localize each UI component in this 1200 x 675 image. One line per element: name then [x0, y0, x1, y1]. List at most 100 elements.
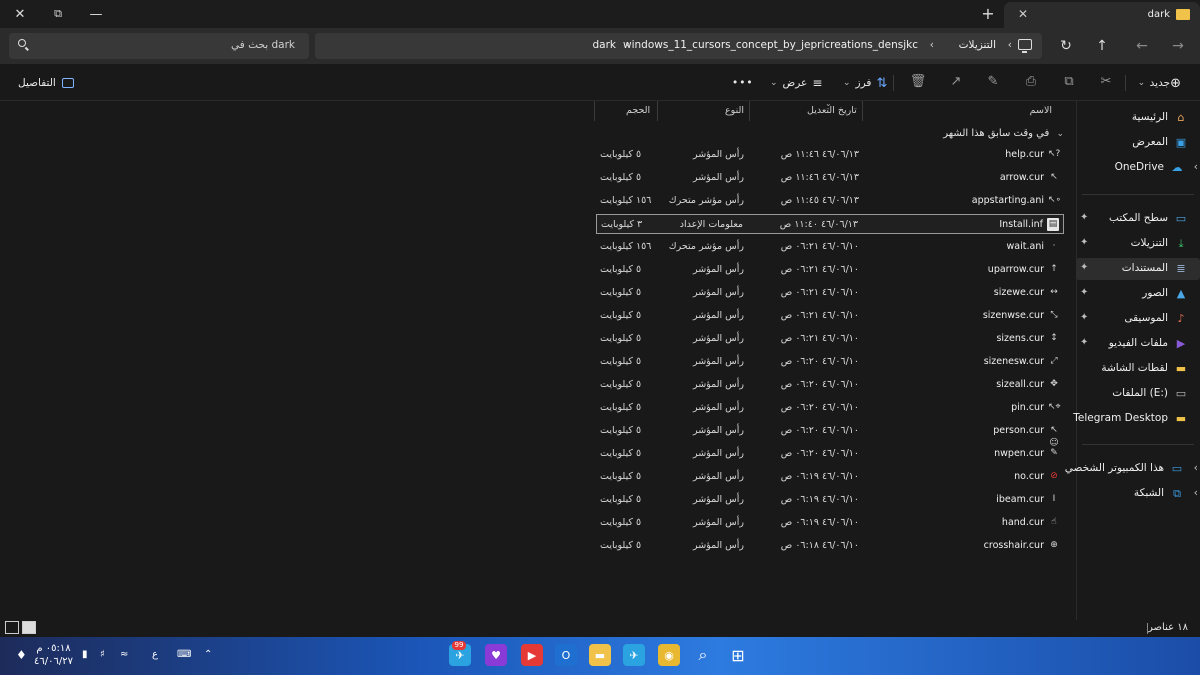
no-cursor-icon: ⊘ — [1050, 471, 1058, 481]
restore-window-button[interactable]: ⧉ — [40, 0, 76, 28]
back-button[interactable]: → — [1164, 35, 1192, 57]
telegram-icon[interactable]: ✈ — [623, 644, 645, 666]
nav-item[interactable]: ‹ ⧉ الشبكة — [1076, 483, 1200, 505]
file-row[interactable]: ↕ sizens.cur ٤٦/٠٦/١٠ ٠٦:٢١ ص رأس المؤشر ٥ ك… — [596, 329, 1064, 349]
file-explorer-icon[interactable]: ▬ — [589, 644, 611, 666]
pin-cursor-icon: ↖⌖ — [1048, 402, 1061, 412]
nav-item[interactable]: ⤓ التنزيلات ✦ — [1076, 233, 1200, 255]
group-header[interactable]: في وقت سابق هذا الشهر ⌄ — [943, 128, 1064, 139]
chevron-up-icon[interactable]: ⌃ — [204, 649, 212, 660]
chevron-left-icon[interactable]: ‹ — [1194, 486, 1198, 499]
file-row[interactable]: ⤡ sizenwse.cur ٤٦/٠٦/١٠ ٠٦:٢١ ص رأس المؤشر ٥… — [596, 306, 1064, 326]
youtube-icon[interactable]: ▶ — [521, 644, 543, 666]
file-name: wait.ani — [1006, 241, 1044, 252]
address-bar[interactable]: ‹ التنزيلات ‹ windows_11_cursors_concept… — [315, 33, 1042, 59]
file-row[interactable]: ↖⌖ pin.cur ٤٦/٠٦/١٠ ٠٦:٢٠ ص رأس المؤشر ٥ كيل… — [596, 398, 1064, 418]
file-size: ٥ كيلوبايت — [600, 333, 642, 344]
file-row[interactable]: ↔ sizewe.cur ٤٦/٠٦/١٠ ٠٦:٢١ ص رأس المؤشر ٥ ك… — [596, 283, 1064, 303]
nav-item[interactable]: ‹ ☁ OneDrive — [1076, 157, 1200, 179]
file-size: ١٥٦ كيلوبايت — [600, 241, 652, 252]
file-row[interactable]: ↖∘ appstarting.ani ٤٦/٠٦/١٣ ١١:٤٥ ص رأس مؤش… — [596, 191, 1064, 211]
column-header-type[interactable]: النوع — [725, 105, 744, 116]
file-type: رأس المؤشر — [693, 149, 744, 160]
file-row[interactable]: ☝ hand.cur ٤٦/٠٦/١٠ ٠٦:١٩ ص رأس المؤشر ٥ كيل… — [596, 513, 1064, 533]
chevron-left-icon[interactable]: ‹ — [1194, 461, 1198, 474]
file-type: رأس المؤشر — [693, 356, 744, 367]
file-row[interactable]: ↑ uparrow.cur ٤٦/٠٦/١٠ ٠٦:٢١ ص رأس المؤشر ٥ … — [596, 260, 1064, 280]
nav-item[interactable]: ‹ ▭ هذا الكمبيوتر الشخصي — [1065, 458, 1200, 480]
copy-icon[interactable]: ⧉ — [1059, 74, 1079, 89]
outlook-icon[interactable]: O — [555, 644, 577, 666]
minimize-window-button[interactable]: — — [78, 0, 114, 28]
file-row[interactable]: Iibeam.cur ٤٦/٠٦/١٠ ٠٦:١٩ ص رأس المؤشر ٥ كي… — [596, 490, 1064, 510]
chevron-left-icon: ‹ — [625, 38, 630, 51]
forward-button[interactable]: ← — [1128, 35, 1156, 57]
file-row[interactable]: ↖☺ person.cur ٤٦/٠٦/١٠ ٠٦:٢٠ ص رأس المؤشر ٥ … — [596, 421, 1064, 448]
chrome-icon[interactable]: ◉ — [658, 644, 680, 666]
breadcrumb-downloads[interactable]: التنزيلات — [959, 39, 996, 51]
keyboard-language[interactable]: ع — [152, 649, 158, 660]
column-header-name[interactable]: الاسم — [1030, 105, 1052, 116]
details-view-toggle[interactable] — [5, 621, 19, 634]
column-header-date[interactable]: تاريخ التعديل — [807, 105, 857, 116]
breadcrumb-cursor-folder[interactable]: windows_11_cursors_concept_by_jepricreat… — [623, 39, 918, 51]
wifi-icon[interactable]: ≈ — [120, 649, 128, 660]
group-header-label: في وقت سابق هذا الشهر — [943, 128, 1050, 139]
file-size: ٥ كيلوبايت — [600, 287, 642, 298]
refresh-button[interactable]: ↻ — [1052, 35, 1080, 57]
file-date: ٤٦/٠٦/١٠ ٠٦:١٨ ص — [780, 540, 859, 551]
start-icon[interactable]: ⊞ — [727, 644, 749, 666]
up-button[interactable]: ↑ — [1088, 35, 1116, 57]
file-size: ٥ كيلوبايت — [600, 448, 642, 459]
nav-item[interactable]: ▬ Telegram Desktop — [1073, 408, 1200, 430]
tab-dark[interactable]: dark ✕ — [1004, 2, 1200, 28]
nav-item[interactable]: ♪ الموسيقى ✦ — [1076, 308, 1200, 330]
keyboard-icon[interactable]: ⌨ — [177, 649, 191, 660]
file-row[interactable]: ↖ arrow.cur ٤٦/٠٦/١٣ ١١:٤٦ ص رأس المؤشر ٥ كي… — [596, 168, 1064, 188]
heart-app-icon[interactable]: ♥ — [485, 644, 507, 666]
new-tab-button[interactable]: + — [978, 2, 998, 26]
file-row[interactable]: ✥ sizeall.cur ٤٦/٠٦/١٠ ٠٦:٢٠ ص رأس المؤشر ٥ … — [596, 375, 1064, 395]
file-row[interactable]: · wait.ani ٤٦/٠٦/١٠ ٠٦:٢١ ص رأس مؤشر متحرك ١… — [596, 237, 1064, 257]
file-row[interactable]: ▤ Install.inf ٤٦/٠٦/١٣ ١١:٤٠ ص معلومات الإع… — [596, 214, 1064, 234]
list-view-toggle[interactable] — [22, 621, 36, 634]
breadcrumb-dark[interactable]: dark — [593, 39, 617, 51]
file-name: help.cur — [1005, 149, 1044, 160]
details-button[interactable]: التفاصيل — [18, 73, 74, 93]
size-nwse-cursor-icon: ⤡ — [1050, 310, 1058, 320]
volume-icon[interactable]: ♯ — [100, 649, 105, 660]
view-button[interactable]: ⌄ عرض ≡ — [770, 73, 822, 93]
more-options-button[interactable]: ••• — [732, 73, 754, 93]
chevron-left-icon[interactable]: ‹ — [1194, 160, 1198, 173]
file-name: person.cur — [993, 425, 1044, 436]
cut-icon[interactable]: ✂ — [1096, 74, 1116, 89]
close-window-button[interactable]: ✕ — [2, 0, 38, 28]
file-row[interactable]: ✎ nwpen.cur ٤٦/٠٦/١٠ ٠٦:٢٠ ص رأس المؤشر ٥ كي… — [596, 444, 1064, 464]
new-button[interactable]: جديد ⊕ ⌄ — [1138, 73, 1186, 93]
search-icon[interactable]: ⌕ — [692, 644, 714, 666]
file-row[interactable]: ⊘ no.cur ٤٦/٠٦/١٠ ٠٦:١٩ ص رأس المؤشر ٥ كيلوب… — [596, 467, 1064, 487]
nav-item[interactable]: ▲ الصور ✦ — [1076, 283, 1200, 305]
column-header-size[interactable]: الحجم — [626, 105, 650, 116]
battery-icon[interactable]: ▮ — [82, 649, 88, 660]
file-row[interactable]: ↖? help.cur ٤٦/٠٦/١٣ ١١:٤٦ ص رأس المؤشر ٥ كي… — [596, 145, 1064, 165]
nav-item[interactable]: ▣ المعرض — [1076, 132, 1200, 154]
share-icon[interactable]: ↗ — [946, 74, 966, 89]
file-row[interactable]: ⤢ sizenesw.cur ٤٦/٠٦/١٠ ٠٦:٢٠ ص رأس المؤشر ٥… — [596, 352, 1064, 372]
nav-item[interactable]: ⌂ الرئيسية — [1076, 107, 1200, 129]
nav-item[interactable]: ▭ الملفات (E:) — [1076, 383, 1200, 405]
clock[interactable]: ٠٥:١٨ م ٤٦/٠٦/٢٧ — [34, 642, 73, 668]
search-box[interactable]: بحث في dark — [9, 33, 309, 59]
delete-icon[interactable]: 🗑 — [908, 74, 928, 89]
nav-item[interactable]: ▶ ملفات الفيديو ✦ — [1076, 333, 1200, 355]
rename-icon[interactable]: ✎ — [983, 74, 1003, 89]
view-label: عرض — [782, 77, 808, 89]
sort-button[interactable]: ⌄ فرز ⇅ — [843, 73, 887, 93]
nav-item[interactable]: ≣ المستندات ✦ — [1076, 258, 1200, 280]
notification-bell-icon[interactable]: ♦ — [16, 648, 27, 662]
nav-item[interactable]: ▭ سطح المكتب ✦ — [1076, 208, 1200, 230]
file-row[interactable]: ⊕ crosshair.cur ٤٦/٠٦/١٠ ٠٦:١٨ ص رأس المؤشر… — [596, 536, 1064, 556]
nav-item[interactable]: ▬ لقطات الشاشة — [1076, 358, 1200, 380]
tab-close-icon[interactable]: ✕ — [1014, 5, 1032, 23]
paste-icon[interactable]: ⎙ — [1021, 74, 1041, 89]
